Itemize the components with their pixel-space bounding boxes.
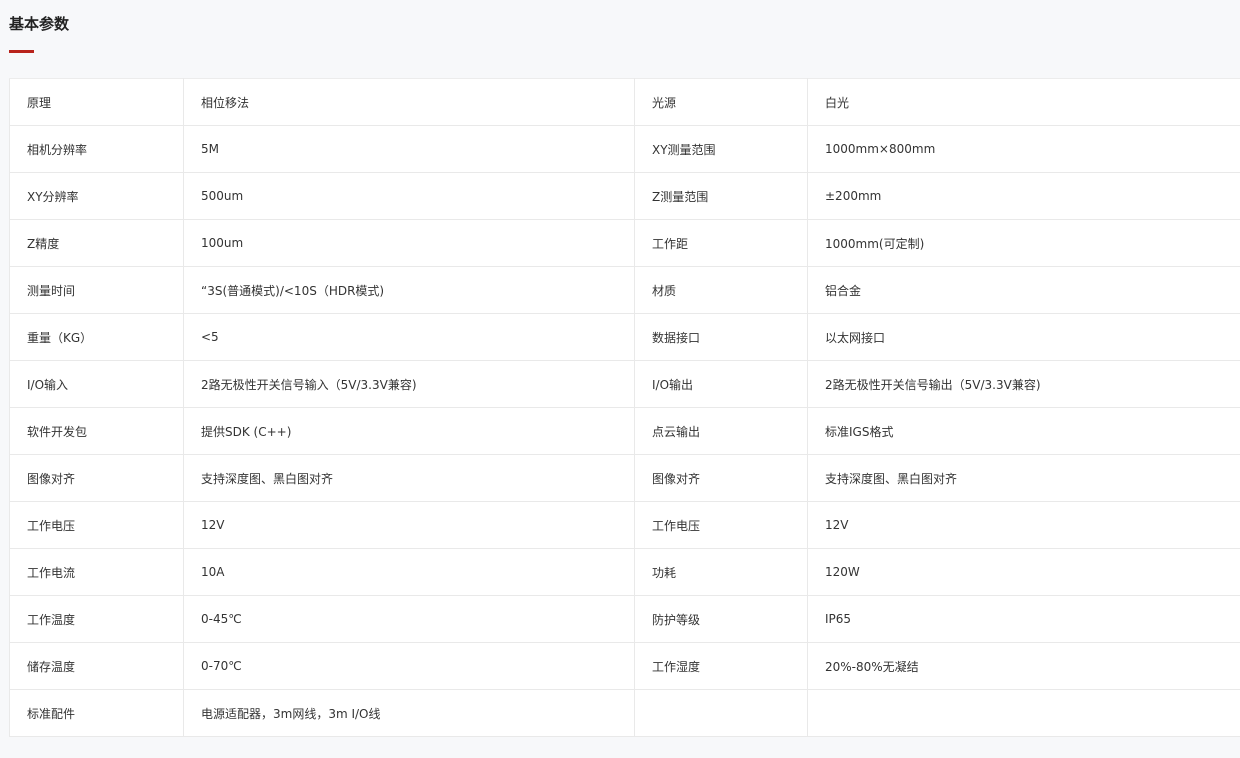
spec-label: 材质 bbox=[634, 266, 808, 314]
spec-value: 100um bbox=[183, 219, 635, 267]
spec-value: “3S(普通模式)/<10S（HDR模式) bbox=[183, 266, 635, 314]
spec-label: 点云输出 bbox=[634, 407, 808, 455]
spec-label: 防护等级 bbox=[634, 595, 808, 643]
section-header: 基本参数 bbox=[9, 13, 70, 53]
spec-label: 功耗 bbox=[634, 548, 808, 596]
spec-value: ±200mm bbox=[807, 172, 1240, 220]
spec-value: 0-45℃ bbox=[183, 595, 635, 643]
spec-value: 1000mm×800mm bbox=[807, 125, 1240, 173]
spec-value: 2路无极性开关信号输入（5V/3.3V兼容) bbox=[183, 360, 635, 408]
spec-value: 以太网接口 bbox=[807, 313, 1240, 361]
section-title: 基本参数 bbox=[9, 15, 70, 33]
spec-label: 原理 bbox=[9, 78, 184, 126]
spec-label: 图像对齐 bbox=[9, 454, 184, 502]
table-row: 原理 相位移法 光源 白光 bbox=[9, 78, 1240, 126]
spec-value bbox=[807, 689, 1240, 737]
spec-label: 测量时间 bbox=[9, 266, 184, 314]
spec-label: 软件开发包 bbox=[9, 407, 184, 455]
spec-table: 原理 相位移法 光源 白光 相机分辨率 5M XY测量范围 1000mm×800… bbox=[9, 78, 1240, 737]
table-row: 工作电流 10A 功耗 120W bbox=[9, 548, 1240, 596]
spec-value: 500um bbox=[183, 172, 635, 220]
spec-value: 0-70℃ bbox=[183, 642, 635, 690]
spec-value: 1000mm(可定制) bbox=[807, 219, 1240, 267]
spec-label: Z精度 bbox=[9, 219, 184, 267]
table-row: 标准配件 电源适配器，3m网线，3m I/O线 bbox=[9, 689, 1240, 737]
spec-label bbox=[634, 689, 808, 737]
table-row: 软件开发包 提供SDK (C++) 点云输出 标准IGS格式 bbox=[9, 407, 1240, 455]
spec-value: 铝合金 bbox=[807, 266, 1240, 314]
spec-label: 图像对齐 bbox=[634, 454, 808, 502]
spec-label: Z测量范围 bbox=[634, 172, 808, 220]
table-row: 测量时间 “3S(普通模式)/<10S（HDR模式) 材质 铝合金 bbox=[9, 266, 1240, 314]
table-row: XY分辨率 500um Z测量范围 ±200mm bbox=[9, 172, 1240, 220]
table-row: 工作电压 12V 工作电压 12V bbox=[9, 501, 1240, 549]
spec-label: 工作电压 bbox=[634, 501, 808, 549]
spec-value: 120W bbox=[807, 548, 1240, 596]
table-row: 工作温度 0-45℃ 防护等级 IP65 bbox=[9, 595, 1240, 643]
spec-label: 工作湿度 bbox=[634, 642, 808, 690]
spec-label: 工作电流 bbox=[9, 548, 184, 596]
table-row: 相机分辨率 5M XY测量范围 1000mm×800mm bbox=[9, 125, 1240, 173]
spec-value: 电源适配器，3m网线，3m I/O线 bbox=[183, 689, 635, 737]
spec-label: 储存温度 bbox=[9, 642, 184, 690]
spec-value: 支持深度图、黑白图对齐 bbox=[183, 454, 635, 502]
spec-label: I/O输入 bbox=[9, 360, 184, 408]
spec-value: 支持深度图、黑白图对齐 bbox=[807, 454, 1240, 502]
spec-value: 标准IGS格式 bbox=[807, 407, 1240, 455]
spec-label: 工作距 bbox=[634, 219, 808, 267]
table-row: I/O输入 2路无极性开关信号输入（5V/3.3V兼容) I/O输出 2路无极性… bbox=[9, 360, 1240, 408]
table-row: 图像对齐 支持深度图、黑白图对齐 图像对齐 支持深度图、黑白图对齐 bbox=[9, 454, 1240, 502]
spec-table-body: 原理 相位移法 光源 白光 相机分辨率 5M XY测量范围 1000mm×800… bbox=[9, 78, 1240, 737]
spec-label: 相机分辨率 bbox=[9, 125, 184, 173]
spec-value: 相位移法 bbox=[183, 78, 635, 126]
title-underline bbox=[9, 50, 34, 53]
spec-value: 12V bbox=[807, 501, 1240, 549]
table-row: Z精度 100um 工作距 1000mm(可定制) bbox=[9, 219, 1240, 267]
spec-value: 10A bbox=[183, 548, 635, 596]
spec-label: 工作温度 bbox=[9, 595, 184, 643]
spec-value: 白光 bbox=[807, 78, 1240, 126]
table-row: 重量（KG） <5 数据接口 以太网接口 bbox=[9, 313, 1240, 361]
spec-value: <5 bbox=[183, 313, 635, 361]
spec-label: 重量（KG） bbox=[9, 313, 184, 361]
table-row: 储存温度 0-70℃ 工作湿度 20%-80%无凝结 bbox=[9, 642, 1240, 690]
spec-value: 20%-80%无凝结 bbox=[807, 642, 1240, 690]
spec-value: IP65 bbox=[807, 595, 1240, 643]
spec-label: XY测量范围 bbox=[634, 125, 808, 173]
spec-value: 5M bbox=[183, 125, 635, 173]
spec-value: 提供SDK (C++) bbox=[183, 407, 635, 455]
spec-label: 光源 bbox=[634, 78, 808, 126]
spec-label: 工作电压 bbox=[9, 501, 184, 549]
spec-value: 2路无极性开关信号输出（5V/3.3V兼容) bbox=[807, 360, 1240, 408]
spec-label: XY分辨率 bbox=[9, 172, 184, 220]
spec-label: 数据接口 bbox=[634, 313, 808, 361]
spec-value: 12V bbox=[183, 501, 635, 549]
spec-label: 标准配件 bbox=[9, 689, 184, 737]
spec-label: I/O输出 bbox=[634, 360, 808, 408]
